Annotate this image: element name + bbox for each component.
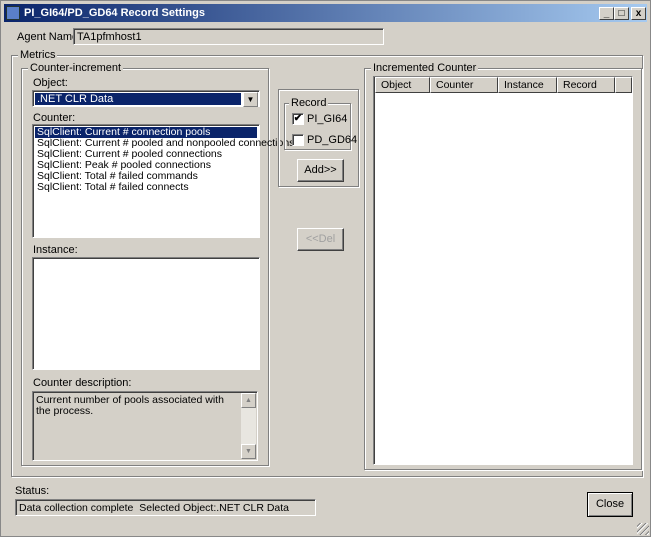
counter-list[interactable]: SqlClient: Current # connection pools Sq… (32, 124, 294, 238)
pi-gi64-label[interactable]: PI_GI64 (307, 113, 347, 125)
column-header-filler (615, 77, 632, 93)
agent-name-field: TA1pfmhost1 (73, 28, 384, 45)
minimize-button[interactable]: _ (599, 7, 614, 20)
close-button[interactable]: Close (587, 492, 633, 517)
metrics-label: Metrics (18, 49, 58, 61)
close-window-button[interactable]: x (631, 7, 646, 20)
pd-gd64-checkbox[interactable] (292, 134, 304, 146)
counter-label: Counter: (33, 112, 76, 124)
app-icon (6, 6, 20, 20)
description-label: Counter description: (33, 377, 132, 389)
del-button[interactable]: <<Del (297, 228, 344, 251)
instance-label: Instance: (33, 244, 78, 256)
description-text: Current number of pools associated with … (36, 394, 224, 417)
object-selected-value: .NET CLR Data (35, 93, 241, 105)
maximize-button[interactable]: □ (614, 7, 629, 20)
instance-list[interactable] (32, 257, 260, 370)
counter-increment-label: Counter-increment (28, 62, 124, 74)
list-item[interactable]: SqlClient: Total # failed connects (35, 182, 257, 193)
chevron-down-icon[interactable]: ▼ (243, 92, 258, 107)
add-button[interactable]: Add>> (297, 159, 344, 182)
window-title: PI_GI64/PD_GD64 Record Settings (24, 7, 205, 19)
pd-gd64-label[interactable]: PD_GD64 (307, 134, 357, 146)
object-dropdown[interactable]: .NET CLR Data ▼ (32, 90, 260, 107)
column-header-instance[interactable]: Instance (498, 77, 557, 93)
column-header-object[interactable]: Object (375, 77, 430, 93)
column-header-counter[interactable]: Counter (430, 77, 498, 93)
record-settings-window: PI_GI64/PD_GD64 Record Settings _ □ x Ag… (0, 0, 651, 537)
title-bar: PI_GI64/PD_GD64 Record Settings (4, 4, 647, 22)
status-label: Status: (15, 485, 50, 497)
resize-grip-icon[interactable] (637, 523, 649, 535)
agent-name-label: Agent Name: (17, 31, 82, 43)
scroll-up-icon[interactable]: ▲ (241, 393, 256, 408)
record-label: Record (289, 97, 329, 109)
incremented-counter-label: Incremented Counter (371, 62, 479, 74)
object-label: Object: (33, 77, 68, 89)
description-box: Current number of pools associated with … (32, 391, 258, 461)
incremented-counter-list[interactable]: Object Counter Instance Record (373, 76, 633, 465)
pi-gi64-checkbox[interactable]: ✔ (292, 113, 304, 125)
status-field: Data collection complete Selected Object… (15, 499, 316, 516)
scroll-down-icon[interactable]: ▼ (241, 444, 256, 459)
column-header-record[interactable]: Record (557, 77, 615, 93)
